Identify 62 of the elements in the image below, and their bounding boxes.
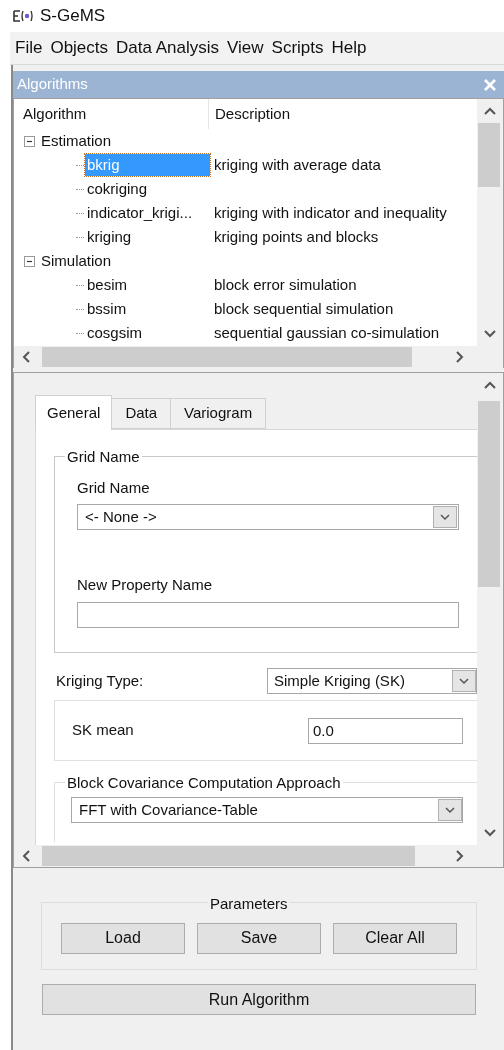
scroll-left-icon [22,351,30,363]
menu-item[interactable]: Scripts [267,36,328,60]
sk-mean-field[interactable]: 0.0 [308,717,463,744]
parameter-button[interactable]: Clear All [333,922,457,954]
tree-item[interactable]: kriging [85,226,210,248]
scroll-right-icon [456,351,464,363]
close-button[interactable] [482,76,498,93]
item-description: kriging with indicator and inequality [213,202,447,223]
scrollbar-thumb[interactable] [42,846,415,866]
tab[interactable]: Variogram [170,398,267,429]
field-label: Grid Name [77,478,151,497]
column-header[interactable]: Algorithm [14,99,209,129]
tree-category[interactable]: Estimation [41,129,112,153]
kriging-type-dropdown[interactable]: Simple Kriging (SK) [267,668,477,694]
vertical-scrollbar[interactable] [477,99,503,346]
scrollbar-thumb[interactable] [478,401,500,587]
tree-category[interactable]: Simulation [41,249,112,273]
tree-item[interactable]: indicator_krigi... [85,202,210,224]
scroll-up-icon [484,381,496,389]
scroll-up-icon [484,107,496,115]
item-description: block sequential simulation [213,298,394,319]
field-label: New Property Name [77,575,214,594]
property-name-field[interactable] [77,602,459,628]
collapse-icon[interactable] [24,255,35,267]
app-logo-icon [12,9,34,23]
menu-item[interactable]: Data Analysis [112,36,224,60]
parameter-button[interactable]: Load [61,922,185,954]
menu-item[interactable]: Help [327,36,371,60]
dropdown-value: <- None -> [85,506,157,527]
scroll-right-icon [456,850,464,862]
window-title: S-GeMS [40,5,106,28]
horizontal-scrollbar[interactable] [14,346,480,368]
dropdown-value: Simple Kriging (SK) [274,670,405,691]
field-label: SK mean [72,720,135,741]
parameter-button[interactable]: Save [197,922,321,954]
tab[interactable]: Data [111,398,172,429]
menu-item[interactable]: View [223,36,268,60]
tree-item[interactable]: cosgsim [85,322,210,344]
menu-item[interactable]: Objects [46,36,113,60]
field-label: Kriging Type: [56,670,144,691]
run-algorithm-button[interactable]: Run Algorithm [42,984,476,1015]
menu-item[interactable]: File [11,36,47,60]
item-description: block error simulation [213,274,357,295]
scroll-left-icon [22,850,30,862]
collapse-icon[interactable] [24,135,35,147]
approach-dropdown[interactable]: FFT with Covariance-Table [71,797,463,823]
grid-dropdown[interactable]: <- None -> [77,504,459,530]
item-description: kriging with average data [213,154,381,175]
dropdown-value: FFT with Covariance-Table [79,799,258,820]
tree-item[interactable]: bssim [85,298,210,320]
column-header[interactable]: Description [209,99,477,129]
tree-item[interactable]: besim [85,274,210,296]
tab[interactable]: General [35,395,113,430]
item-description: sequential gaussian co-simulation [213,322,440,343]
scroll-down-icon [484,330,496,338]
tree-item[interactable]: cokriging [85,178,210,200]
item-description: kriging points and blocks [213,226,379,247]
scroll-down-icon [484,829,496,837]
scrollbar-thumb[interactable] [478,123,500,187]
panel-title: Algorithms [17,74,88,95]
scrollbar-thumb[interactable] [42,347,412,367]
close-icon [484,78,496,91]
